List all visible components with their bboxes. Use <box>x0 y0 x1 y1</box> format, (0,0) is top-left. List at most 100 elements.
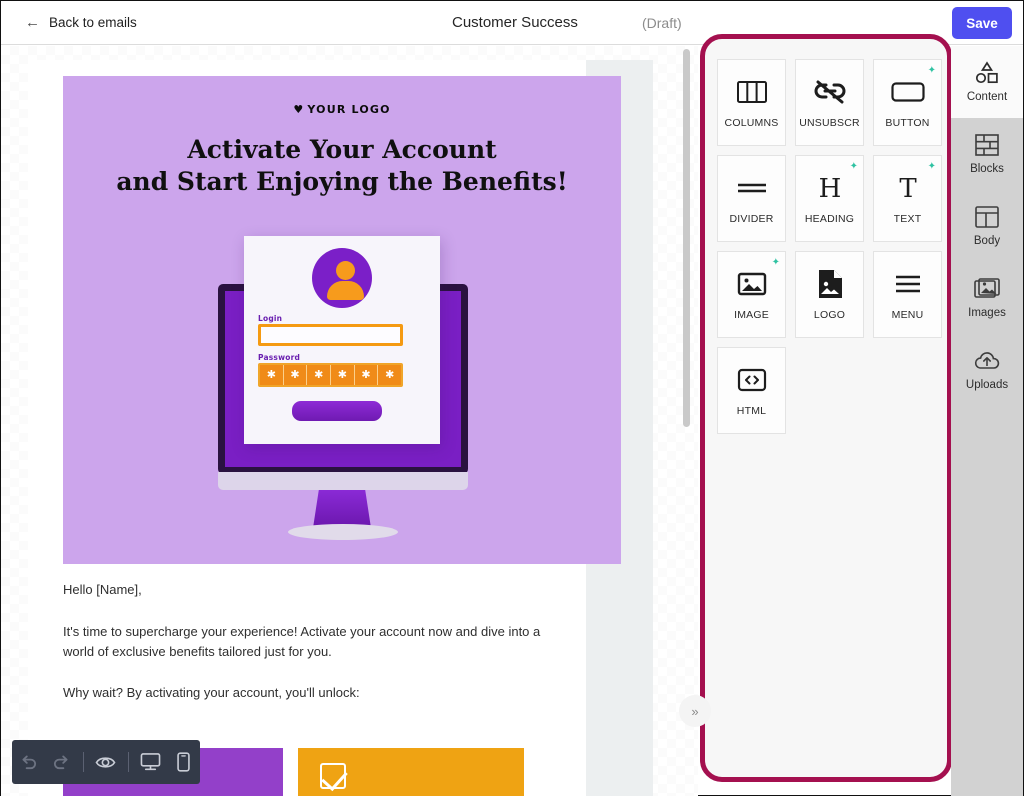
password-char: ✱ <box>385 369 395 381</box>
paragraph-unlock: Why wait? By activating your account, yo… <box>63 685 360 701</box>
password-char: ✱ <box>284 365 308 385</box>
email-editor-app: ← Back to emails Customer Success (Draft… <box>0 0 1024 796</box>
sidebar-item-content[interactable]: Content <box>951 46 1023 118</box>
content-blocks-panel: COLUMNS UNSUBSCR ✦ BUTTON DIVIDER ✦ H HE… <box>700 34 952 782</box>
save-button[interactable]: Save <box>952 7 1012 39</box>
back-to-emails-button[interactable]: ← Back to emails <box>25 15 137 30</box>
hero-logo: ♥ YOUR LOGO <box>63 103 621 116</box>
login-input-illustration <box>258 324 403 346</box>
sidebar-item-label: Uploads <box>965 379 1009 391</box>
desktop-view-button[interactable] <box>134 740 167 784</box>
paragraph-intro: It's time to supercharge your experience… <box>63 623 541 659</box>
toolbar-divider <box>83 752 85 772</box>
html-code-icon <box>737 364 767 396</box>
logo-icon <box>817 268 843 300</box>
password-char: ✱ <box>331 365 355 385</box>
email-shell: ♥ YOUR LOGO Activate Your Account and Sta… <box>28 60 653 796</box>
login-field-label: Login <box>258 314 283 323</box>
mobile-view-button[interactable] <box>167 740 200 784</box>
sidebar-item-label: Content <box>966 91 1008 103</box>
block-tile-html[interactable]: HTML <box>717 347 786 434</box>
sparkle-icon: ✦ <box>849 161 858 172</box>
block-tile-label: HEADING <box>804 213 855 225</box>
sidebar-item-images[interactable]: Images <box>951 262 1023 334</box>
check-square-icon <box>320 763 346 789</box>
block-tile-text[interactable]: ✦ T TEXT <box>873 155 942 242</box>
hero-image-block[interactable]: ♥ YOUR LOGO Activate Your Account and Sta… <box>63 76 621 564</box>
email-body[interactable]: ♥ YOUR LOGO Activate Your Account and Sta… <box>28 60 621 796</box>
cta-orange-block[interactable] <box>298 748 524 796</box>
document-status-label: (Draft) <box>642 15 682 31</box>
block-tile-label: BUTTON <box>885 117 930 129</box>
editor-sidebar: Content Blocks Body Images Uploads <box>951 46 1023 796</box>
heart-icon: ♥ <box>293 103 305 116</box>
button-icon <box>890 76 925 108</box>
undo-button[interactable] <box>12 740 45 784</box>
bricks-icon <box>975 133 999 157</box>
password-input-illustration: ✱ ✱ ✱ ✱ ✱ ✱ <box>258 363 403 387</box>
images-icon <box>974 277 1000 301</box>
avatar-body <box>327 281 364 300</box>
block-tile-label: LOGO <box>813 309 846 321</box>
sidebar-item-uploads[interactable]: Uploads <box>951 334 1023 406</box>
paragraph-greeting: Hello [Name], <box>63 582 142 597</box>
block-tile-label: HTML <box>736 405 767 417</box>
block-tile-label: UNSUBSCR <box>799 117 860 129</box>
redo-button[interactable] <box>45 740 78 784</box>
hero-title: Activate Your Account and Start Enjoying… <box>63 134 621 198</box>
sidebar-item-body[interactable]: Body <box>951 190 1023 262</box>
block-tile-label: MENU <box>891 309 924 321</box>
heading-icon: H <box>816 172 844 204</box>
hero-logo-text: YOUR LOGO <box>307 103 391 116</box>
monitor-base-bar <box>218 472 468 490</box>
block-tile-image[interactable]: ✦ IMAGE <box>717 251 786 338</box>
svg-text:H: H <box>818 174 841 202</box>
columns-icon <box>736 76 767 108</box>
editor-bottom-toolbar <box>12 740 200 784</box>
block-tile-label: IMAGE <box>734 309 769 321</box>
collapse-panel-button[interactable]: » <box>679 695 711 727</box>
block-tile-logo[interactable]: LOGO <box>795 251 864 338</box>
sparkle-icon: ✦ <box>927 161 936 172</box>
login-card: Login Password ✱ ✱ ✱ ✱ ✱ ✱ <box>244 236 440 444</box>
login-screen-illustration: Login Password ✱ ✱ ✱ ✱ ✱ ✱ <box>208 236 478 556</box>
block-tile-heading[interactable]: ✦ H HEADING <box>795 155 864 242</box>
toolbar-divider <box>127 752 129 772</box>
preview-button[interactable] <box>89 740 122 784</box>
sparkle-icon: ✦ <box>771 257 780 268</box>
block-tile-columns[interactable]: COLUMNS <box>717 59 786 146</box>
sidebar-item-label: Body <box>973 235 1001 247</box>
password-char: ✱ <box>355 365 379 385</box>
canvas-scrollbar[interactable] <box>683 49 690 793</box>
sidebar-item-label: Blocks <box>970 163 1004 175</box>
sidebar-item-blocks[interactable]: Blocks <box>951 118 1023 190</box>
menu-icon <box>893 268 923 300</box>
hero-title-line-1: Activate Your Account <box>187 135 497 164</box>
divider-icon <box>736 172 768 204</box>
image-icon <box>737 268 767 300</box>
email-canvas: ♥ YOUR LOGO Activate Your Account and Sta… <box>1 46 698 796</box>
monitor-foot <box>288 524 398 540</box>
sparkle-icon: ✦ <box>927 65 936 76</box>
block-tile-unsubscribe[interactable]: UNSUBSCR <box>795 59 864 146</box>
block-tile-label: TEXT <box>893 213 922 225</box>
monitor-neck <box>313 490 371 528</box>
shapes-icon <box>974 61 1000 85</box>
content-blocks-grid: COLUMNS UNSUBSCR ✦ BUTTON DIVIDER ✦ H HE… <box>711 59 949 434</box>
text-icon: T <box>894 172 922 204</box>
email-text-block[interactable]: Hello [Name], It's time to supercharge y… <box>63 580 593 725</box>
block-tile-divider[interactable]: DIVIDER <box>717 155 786 242</box>
upload-cloud-icon <box>973 349 1001 373</box>
back-to-emails-label: Back to emails <box>49 15 137 30</box>
avatar-head <box>336 261 355 280</box>
arrow-left-icon: ← <box>25 14 40 31</box>
sidebar-item-label: Images <box>968 307 1006 319</box>
submit-button-illustration <box>292 401 382 421</box>
block-tile-button[interactable]: ✦ BUTTON <box>873 59 942 146</box>
block-tile-menu[interactable]: MENU <box>873 251 942 338</box>
canvas-scrollbar-thumb[interactable] <box>683 49 690 427</box>
layout-icon <box>975 205 999 229</box>
password-char: ✱ <box>260 365 284 385</box>
block-tile-label: COLUMNS <box>724 117 779 129</box>
document-title: Customer Success <box>452 14 578 31</box>
